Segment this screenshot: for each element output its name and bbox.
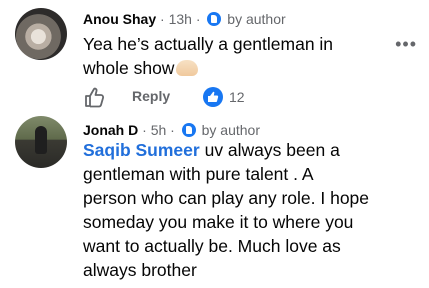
separator-dot: · bbox=[170, 122, 175, 138]
author-badge-label: by author bbox=[201, 122, 260, 138]
comment-text: Yea he’s actually a gentleman in whole s… bbox=[83, 32, 333, 80]
comment-jonah-d: Jonah D · 5h · by author Saqib Sumeer uv… bbox=[0, 112, 429, 288]
comment-anou-shay: Anou Shay · 13h · by author Yea he’s act… bbox=[0, 0, 429, 112]
mention-link[interactable]: Saqib Sumeer bbox=[83, 140, 200, 160]
reaction-count[interactable]: 12 bbox=[229, 89, 245, 105]
comment-line: want to actually be. Much love as bbox=[83, 236, 341, 256]
comment-line: person who can play any role. I hope bbox=[83, 188, 370, 208]
comment-line: Yea he’s actually a gentleman in bbox=[83, 34, 334, 54]
avatar[interactable] bbox=[15, 116, 67, 168]
hand-emoji-icon bbox=[176, 60, 199, 76]
comment-line: always brother bbox=[83, 260, 197, 280]
comment-meta: Jonah D · 5h · by author bbox=[83, 121, 260, 139]
comment-line: Saqib Sumeer uv always been a bbox=[83, 138, 369, 162]
timestamp[interactable]: 5h bbox=[151, 122, 167, 138]
comment-line-text: uv always been a bbox=[199, 140, 340, 160]
comment-line: someday you make it to where you bbox=[83, 212, 354, 232]
avatar[interactable] bbox=[15, 8, 67, 60]
separator-dot: · bbox=[160, 11, 165, 27]
author-name[interactable]: Anou Shay bbox=[83, 11, 156, 27]
comment-meta: Anou Shay · 13h · by author bbox=[83, 10, 286, 28]
more-options-icon[interactable]: ••• bbox=[395, 34, 417, 55]
reply-button[interactable]: Reply bbox=[132, 88, 170, 104]
author-badge-icon bbox=[181, 123, 196, 137]
thumbs-up-icon[interactable] bbox=[83, 86, 105, 108]
separator-dot: · bbox=[142, 122, 147, 138]
author-badge-label: by author bbox=[227, 11, 286, 27]
comment-line-text: whole show bbox=[83, 58, 175, 78]
comment-line: gentleman with pure talent . A bbox=[83, 164, 314, 184]
avatar-figure bbox=[35, 126, 47, 154]
author-name[interactable]: Jonah D bbox=[83, 122, 138, 138]
timestamp[interactable]: 13h bbox=[169, 11, 192, 27]
comment-line: whole show bbox=[83, 56, 333, 80]
like-reaction-icon[interactable] bbox=[203, 87, 223, 107]
comment-text: Saqib Sumeer uv always been a gentleman … bbox=[83, 138, 369, 282]
separator-dot: · bbox=[195, 11, 201, 27]
author-badge-icon bbox=[207, 12, 222, 26]
